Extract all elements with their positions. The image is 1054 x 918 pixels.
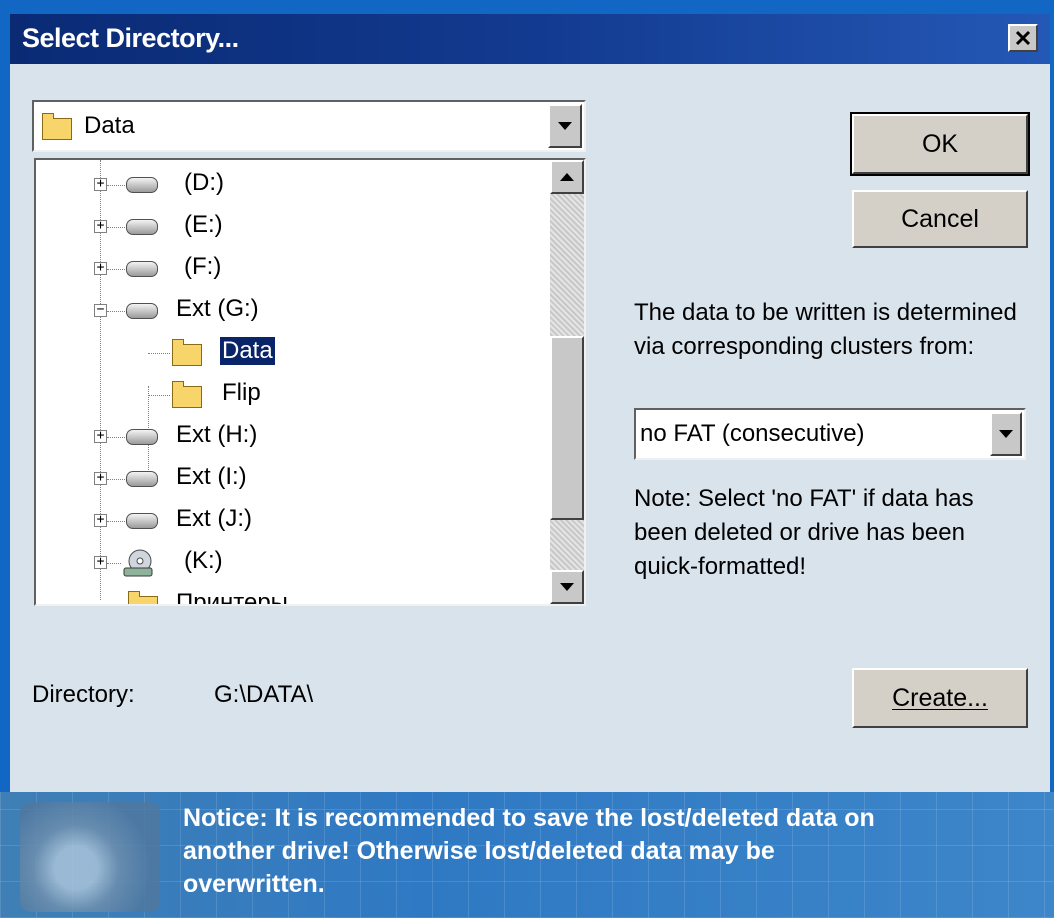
window-frame: Select Directory... Data + (D:) + (E:) +…: [0, 0, 1054, 918]
expand-icon[interactable]: +: [94, 261, 107, 275]
create-button-label: Create...: [892, 683, 988, 712]
expand-icon[interactable]: +: [94, 177, 107, 191]
folder-icon: [172, 381, 202, 408]
directory-value: G:\DATA\: [214, 681, 314, 708]
ok-button[interactable]: OK: [850, 112, 1030, 176]
tree-line: [100, 605, 126, 606]
collapse-icon[interactable]: −: [94, 303, 107, 317]
folder-combo[interactable]: Data: [32, 100, 586, 152]
drive-icon: [126, 261, 158, 277]
folder-icon: [42, 113, 72, 140]
expand-icon[interactable]: +: [94, 219, 107, 233]
window-title: Select Directory...: [22, 23, 239, 53]
tree-item[interactable]: + Ext (J:): [36, 502, 546, 540]
drive-icon: [126, 219, 158, 235]
info-line-2: via corresponding clusters from:: [634, 333, 975, 360]
dialog-body: Data + (D:) + (E:) + (F:) − Ext (G:) Dat…: [10, 64, 1050, 792]
drive-icon: [126, 303, 158, 319]
vertical-scrollbar[interactable]: [550, 160, 584, 604]
notice-line-2: another drive! Otherwise lost/deleted da…: [183, 837, 775, 865]
tree-item-label: Ext (H:): [176, 421, 258, 448]
tree-item[interactable]: + Ext (I:): [36, 460, 546, 498]
cd-drive-icon: [123, 549, 153, 577]
fat-source-dropdown[interactable]: [990, 412, 1022, 456]
expand-icon[interactable]: +: [94, 429, 107, 443]
tree-item[interactable]: + Ext (H:): [36, 418, 546, 456]
printers-folder-icon: [128, 591, 158, 604]
chevron-down-icon: [560, 583, 574, 591]
tree-item-label: Data: [219, 336, 276, 366]
drive-icon: [126, 429, 158, 445]
scroll-up-button[interactable]: [550, 160, 584, 194]
folder-combo-dropdown[interactable]: [548, 104, 582, 148]
tree-line: [107, 563, 121, 564]
notice-text: Notice: It is recommended to save the lo…: [183, 802, 1003, 901]
expand-icon[interactable]: +: [94, 555, 107, 569]
chevron-down-icon: [558, 122, 572, 130]
fat-source-select[interactable]: no FAT (consecutive): [634, 408, 1026, 460]
tree-item-label: Ext (J:): [176, 505, 252, 532]
tree-item-selected[interactable]: Data: [36, 334, 546, 372]
tree-line: [148, 353, 170, 354]
tree-line: [107, 269, 125, 270]
notice-banner: Notice: It is recommended to save the lo…: [0, 792, 1054, 918]
tree-item[interactable]: Принтеры: [36, 586, 546, 606]
info-line-1: The data to be written is determined: [634, 299, 1017, 326]
close-button[interactable]: [1008, 24, 1038, 52]
tree-item[interactable]: + (E:): [36, 208, 546, 246]
directory-tree[interactable]: + (D:) + (E:) + (F:) − Ext (G:) Data Fli…: [34, 158, 586, 606]
scroll-thumb[interactable]: [550, 336, 584, 520]
tree-item-label: (K:): [184, 547, 223, 574]
tree-line: [107, 311, 125, 312]
tree-item-label: Принтеры: [176, 589, 288, 606]
drive-icon: [126, 177, 158, 193]
drive-icon: [126, 513, 158, 529]
chevron-up-icon: [560, 173, 574, 181]
folder-combo-value: Data: [84, 112, 135, 139]
scroll-down-button[interactable]: [550, 570, 584, 604]
tree-item[interactable]: − Ext (G:): [36, 292, 546, 330]
drive-icon: [126, 471, 158, 487]
tree-line: [107, 227, 125, 228]
tree-item[interactable]: + (K:): [36, 544, 546, 582]
chevron-down-icon: [999, 430, 1013, 438]
tree-item-label: Flip: [222, 379, 261, 406]
tree-line: [107, 479, 125, 480]
fat-source-value: no FAT (consecutive): [640, 420, 865, 447]
cancel-button[interactable]: Cancel: [852, 190, 1028, 248]
tree-item-label: Ext (I:): [176, 463, 247, 490]
tree-line: [107, 521, 125, 522]
note-line-3: quick-formatted!: [634, 553, 807, 580]
tree-item-label: (E:): [184, 211, 223, 238]
tree-item-label: (D:): [184, 169, 224, 196]
close-icon: [1015, 30, 1031, 46]
note-line-1: Note: Select 'no FAT' if data has: [634, 485, 974, 512]
tree-item-label: Ext (G:): [176, 295, 259, 322]
create-button[interactable]: Create...: [852, 668, 1028, 728]
tree-item[interactable]: + (F:): [36, 250, 546, 288]
notice-line-3: overwritten.: [183, 870, 325, 898]
tree-line: [148, 395, 170, 396]
hard-drive-image: [20, 802, 160, 912]
notice-line-1: Notice: It is recommended to save the lo…: [183, 804, 875, 832]
note-line-2: been deleted or drive has been: [634, 519, 965, 546]
tree-line: [107, 185, 125, 186]
tree-item-label: (F:): [184, 253, 222, 280]
expand-icon[interactable]: +: [94, 471, 107, 485]
open-folder-icon: [172, 339, 202, 366]
tree-item[interactable]: + (D:): [36, 166, 546, 204]
title-bar: Select Directory...: [10, 14, 1050, 64]
tree-item[interactable]: Flip: [36, 376, 546, 414]
tree-line: [107, 437, 125, 438]
expand-icon[interactable]: +: [94, 513, 107, 527]
directory-label: Directory:: [32, 681, 135, 708]
